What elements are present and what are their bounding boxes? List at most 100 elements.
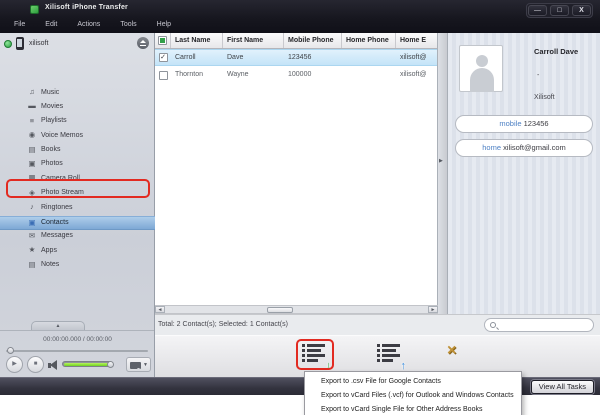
contacts-icon: ▣	[26, 218, 38, 227]
sidebar-item-label: Contacts	[41, 219, 69, 226]
view-all-tasks-button[interactable]: View All Tasks	[531, 380, 594, 394]
notes-icon: ▤	[26, 260, 38, 269]
export-contacts-icon[interactable]: ↓	[302, 344, 328, 368]
field-value: xilisoft@gmail.com	[503, 143, 566, 152]
row-checkbox[interactable]	[155, 67, 171, 84]
sidebar-item-music[interactable]: ♫ Music	[0, 86, 155, 100]
menu-help[interactable]: Help	[147, 18, 181, 31]
sidebar-item-label: Apps	[41, 247, 57, 254]
app-logo-icon	[30, 5, 39, 14]
column-header-home-email[interactable]: Home E	[396, 33, 437, 48]
menu-item-export-vcard-single[interactable]: Export to vCard Single File for Other Ad…	[305, 403, 521, 415]
cell-mobile-phone: 123456	[284, 50, 342, 65]
device-name: xilisoft	[29, 40, 48, 47]
selection-summary: Total: 2 Contact(s); Selected: 1 Contact…	[158, 321, 288, 328]
cell-first-name: Dave	[223, 50, 284, 65]
sidebar-item-books[interactable]: ▤ Books	[0, 144, 155, 158]
menu-item-export-vcard-files[interactable]: Export to vCard Files (.vcf) for Outlook…	[305, 389, 521, 403]
field-label: mobile	[499, 119, 521, 128]
sidebar-item-movies[interactable]: ▬ Movies	[0, 100, 155, 114]
snapshot-button[interactable]: ▼	[126, 357, 151, 372]
sidebar-item-notes[interactable]: ▤ Notes	[0, 259, 155, 273]
column-header-home-phone[interactable]: Home Phone	[342, 33, 396, 48]
scroll-right-icon[interactable]: ►	[428, 306, 438, 313]
playlists-icon: ≡	[26, 116, 38, 125]
apps-icon: ★	[26, 245, 38, 254]
sidebar-item-photo-stream[interactable]: ◈ Photo Stream	[0, 187, 155, 201]
cell-home-email: xilisoft@	[396, 50, 437, 65]
column-header-first-name[interactable]: First Name	[223, 33, 284, 48]
sidebar-item-label: Notes	[41, 261, 59, 268]
table-header: Last Name First Name Mobile Phone Home P…	[155, 33, 437, 49]
menu-item-export-csv[interactable]: Export to .csv File for Google Contacts	[305, 375, 521, 389]
menu-actions[interactable]: Actions	[67, 18, 110, 31]
sidebar-item-messages[interactable]: ✉ Messages	[0, 230, 155, 244]
contact-separator: -	[537, 72, 539, 79]
sidebar-item-contacts[interactable]: ▣ Contacts	[0, 216, 155, 230]
play-button[interactable]: ▶	[6, 356, 23, 373]
maximize-button[interactable]: □	[550, 5, 569, 16]
sidebar-item-label: Books	[41, 146, 60, 153]
contact-row[interactable]: ✓ Carroll Dave 123456 xilisoft@	[155, 49, 437, 66]
cell-last-name: Thornton	[171, 67, 223, 84]
column-header-mobile-phone[interactable]: Mobile Phone	[284, 33, 342, 48]
column-header-last-name[interactable]: Last Name	[171, 33, 223, 48]
menu-tools[interactable]: Tools	[110, 18, 146, 31]
sidebar-item-ringtones[interactable]: ♪ Ringtones	[0, 201, 155, 215]
minimize-button[interactable]: —	[528, 5, 547, 16]
sidebar-item-photos[interactable]: ▣ Photos	[0, 158, 155, 172]
seek-slider[interactable]	[6, 350, 148, 352]
window-controls: — □ X	[526, 3, 593, 18]
ringtones-icon: ♪	[26, 202, 38, 211]
divider	[0, 330, 154, 331]
delete-contact-icon[interactable]: ×	[447, 342, 456, 360]
cell-home-email: xilisoft@	[396, 67, 437, 84]
horizontal-scrollbar[interactable]: ◄ ►	[155, 305, 438, 314]
search-box[interactable]	[484, 318, 594, 332]
eject-icon[interactable]	[137, 37, 149, 49]
contact-row[interactable]: Thornton Wayne 100000 xilisoft@	[155, 67, 437, 84]
device-row[interactable]: xilisoft	[0, 36, 155, 51]
cell-home-phone	[342, 50, 396, 65]
books-icon: ▤	[26, 145, 38, 154]
camera-menu-arrow-icon[interactable]: ▼	[143, 362, 148, 368]
import-contacts-icon[interactable]: ↑	[377, 344, 403, 368]
close-button[interactable]: X	[572, 5, 591, 16]
seek-slider-knob[interactable]	[7, 347, 14, 354]
sidebar-items: ♫ Music ▬ Movies ≡ Playlists ◉ Voice Mem…	[0, 86, 155, 273]
contact-company: Xilisoft	[534, 94, 555, 101]
volume-slider[interactable]	[62, 361, 112, 367]
scrollbar-thumb[interactable]	[267, 307, 293, 314]
sidebar-item-apps[interactable]: ★ Apps	[0, 244, 155, 258]
sidebar-item-playlists[interactable]: ≡ Playlists	[0, 115, 155, 129]
sidebar: xilisoft ♫ Music ▬ Movies ≡ Playlists ◉ …	[0, 33, 155, 377]
cell-first-name: Wayne	[223, 67, 284, 84]
export-menu: Export to .csv File for Google Contacts …	[304, 371, 522, 415]
sidebar-item-label: Voice Memos	[41, 132, 83, 139]
menu-file[interactable]: File	[4, 18, 35, 31]
field-mobile[interactable]: mobile 123456	[455, 115, 593, 133]
sidebar-item-voice-memos[interactable]: ◉ Voice Memos	[0, 129, 155, 143]
scroll-left-icon[interactable]: ◄	[155, 306, 165, 313]
sidebar-item-camera-roll[interactable]: ▦ Camera Roll	[0, 172, 155, 186]
volume-slider-knob[interactable]	[107, 361, 114, 368]
menu-edit[interactable]: Edit	[35, 18, 67, 31]
panel-splitter[interactable]: ▶	[438, 33, 447, 314]
search-input[interactable]	[501, 320, 589, 331]
field-home-email[interactable]: home xilisoft@gmail.com	[455, 139, 593, 157]
row-checkbox[interactable]: ✓	[155, 50, 171, 65]
field-label: home	[482, 143, 501, 152]
sidebar-item-label: Messages	[41, 232, 73, 239]
photos-icon: ▣	[26, 159, 38, 168]
sidebar-item-label: Camera Roll	[41, 175, 80, 182]
sidebar-item-label: Music	[41, 89, 59, 96]
stop-button[interactable]: ■	[27, 356, 44, 373]
player-time: 00:00:00.000 / 00:00:00	[0, 336, 155, 343]
cell-mobile-phone: 100000	[284, 67, 342, 84]
contact-photo	[459, 45, 503, 92]
splitter-arrow-icon: ▶	[439, 158, 443, 164]
player-collapse-tab[interactable]: ▲	[31, 321, 85, 330]
sidebar-item-label: Movies	[41, 103, 63, 110]
sidebar-item-label: Photos	[41, 160, 63, 167]
select-all-checkbox[interactable]	[155, 33, 171, 48]
